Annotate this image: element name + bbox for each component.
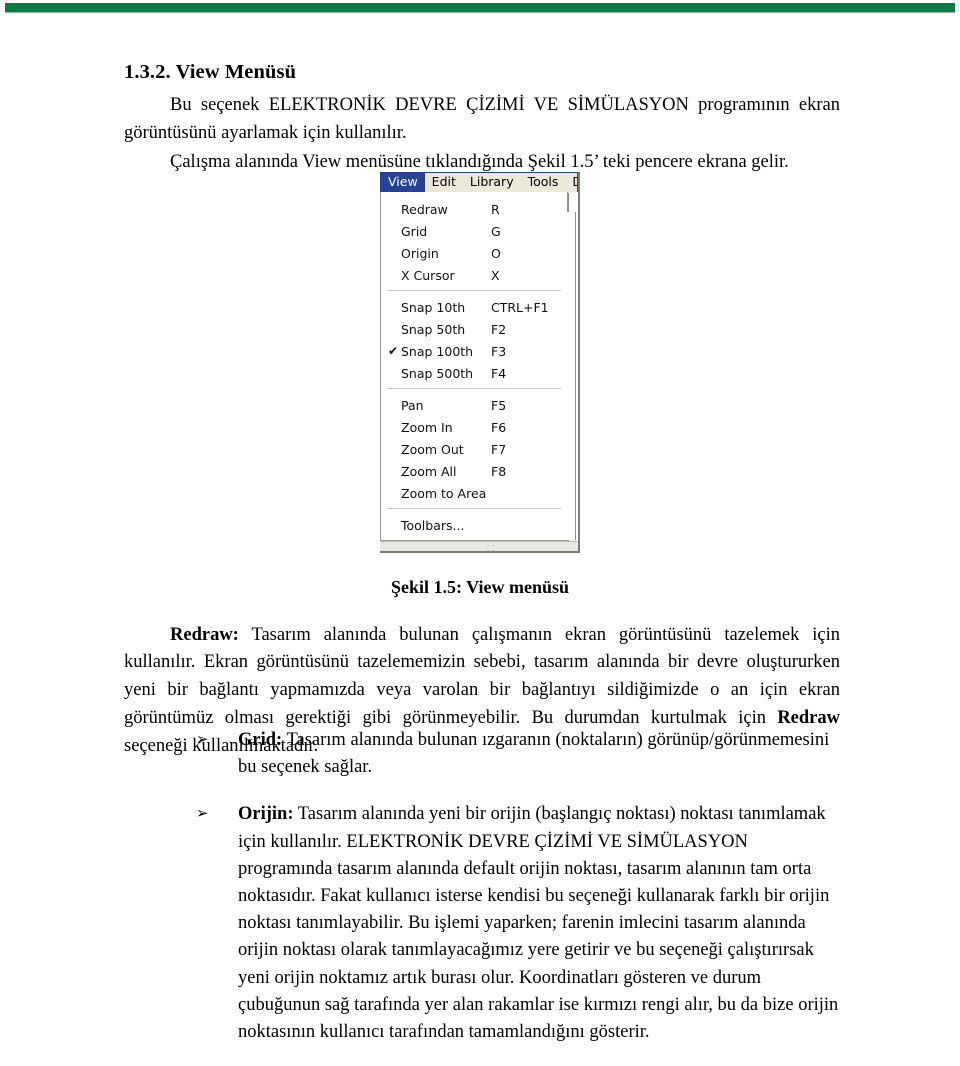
- menu-item-shortcut: F7: [491, 441, 507, 457]
- redraw-term-inline: Redraw: [777, 707, 840, 728]
- view-dropdown-menu[interactable]: Redraw R Grid G Origin O X Cursor X Snap 10th CTR…: [380, 192, 576, 541]
- window-edge-strip: [566, 212, 576, 540]
- menu-item-label: Snap 50th: [401, 321, 466, 337]
- menu-item-snap-500th[interactable]: Snap 500th F4: [381, 362, 567, 384]
- menu-item-shortcut: F6: [491, 419, 507, 435]
- list-item: ➢ Orijin: Tasarım alanında yeni bir oriji…: [196, 801, 840, 1046]
- menu-item-shortcut: R: [491, 201, 500, 217]
- menu-item-shortcut: F3: [491, 343, 507, 359]
- menu-separator: [387, 388, 561, 389]
- resize-grip-icon: ⸬: [487, 544, 495, 553]
- menu-item-grid[interactable]: Grid G: [381, 220, 567, 242]
- menu-separator: [387, 290, 561, 291]
- menu-item-label: Zoom to Area: [401, 485, 487, 501]
- feature-bullet-list: ➢ Grid: Tasarım alanında bulunan ızgaranı…: [196, 727, 840, 1066]
- page-top-accent-rule: [5, 3, 955, 13]
- checkmark-icon: ✔: [387, 344, 399, 358]
- menubar-item-edit[interactable]: Edit: [425, 173, 463, 192]
- menu-item-zoom-all[interactable]: Zoom All F8: [381, 460, 567, 482]
- menu-item-pan[interactable]: Pan F5: [381, 394, 567, 416]
- menu-item-redraw[interactable]: Redraw R: [381, 198, 567, 220]
- menu-item-shortcut: F8: [491, 463, 507, 479]
- menu-item-shortcut: CTRL+F1: [491, 299, 549, 315]
- menu-item-label: Snap 100th: [401, 343, 474, 359]
- menu-item-shortcut: F4: [491, 365, 507, 381]
- window-status-strip: ⸬: [380, 541, 578, 553]
- menu-separator: [387, 508, 561, 509]
- arrow-bullet-icon: ➢: [196, 730, 209, 748]
- menubar-item-library[interactable]: Library: [463, 173, 521, 192]
- redraw-term: Redraw:: [170, 624, 239, 645]
- intro-paragraph-1: Bu seçenek ELEKTRONİK DEVRE ÇİZİMİ VE Sİ…: [124, 95, 840, 144]
- figure-caption: Şekil 1.5: View menüsü: [390, 577, 570, 597]
- application-window-screenshot: ViewEditLibraryToolsDe Redraw R Grid G Origi…: [380, 172, 580, 553]
- menubar-item-view[interactable]: View: [381, 173, 425, 192]
- menu-item-shortcut: F5: [491, 397, 507, 413]
- menu-item-snap-100th[interactable]: ✔ Snap 100th F3: [381, 340, 567, 362]
- menu-item-label: Zoom Out: [401, 441, 464, 457]
- bullet-term: Grid:: [238, 730, 283, 750]
- green-accent-bar: [5, 3, 955, 13]
- menu-bar[interactable]: ViewEditLibraryToolsDe: [380, 172, 578, 192]
- bullet-text: Tasarım alanında bulunan ızgaranın (nokt…: [238, 730, 830, 778]
- menubar-item-tools[interactable]: Tools: [521, 173, 566, 192]
- menu-item-label: Pan: [401, 397, 424, 413]
- page-title: 1.3.2. View Menüsü: [124, 60, 297, 83]
- bullet-text: Tasarım alanında yeni bir orijin (başlan…: [238, 804, 839, 1042]
- menu-item-toolbars[interactable]: Toolbars...: [381, 514, 567, 536]
- bullet-term: Orijin:: [238, 804, 294, 825]
- menu-item-label: Redraw: [401, 201, 448, 217]
- menu-item-zoom-in[interactable]: Zoom In F6: [381, 416, 567, 438]
- menu-item-label: Origin: [401, 245, 439, 261]
- menu-item-shortcut: G: [491, 223, 501, 239]
- menu-item-label: Grid: [401, 223, 428, 239]
- menu-item-label: Snap 500th: [401, 365, 474, 381]
- menu-item-snap-50th[interactable]: Snap 50th F2: [381, 318, 567, 340]
- arrow-bullet-icon: ➢: [196, 804, 209, 823]
- menu-item-zoom-to-area[interactable]: Zoom to Area: [381, 482, 567, 504]
- menu-item-label: X Cursor: [401, 267, 455, 283]
- menu-item-zoom-out[interactable]: Zoom Out F7: [381, 438, 567, 460]
- menu-item-label: Snap 10th: [401, 299, 466, 315]
- menu-item-label: Zoom In: [401, 419, 453, 435]
- intro-paragraphs: Bu seçenek ELEKTRONİK DEVRE ÇİZİMİ VE Sİ…: [124, 91, 840, 176]
- menubar-item-de[interactable]: De: [565, 173, 577, 192]
- menu-item-shortcut: O: [491, 245, 501, 261]
- menu-item-label: Zoom All: [401, 463, 457, 479]
- menu-item-origin[interactable]: Origin O: [381, 242, 567, 264]
- menu-item-label: Toolbars...: [401, 517, 465, 533]
- menu-item-shortcut: X: [491, 267, 500, 283]
- menu-item-x-cursor[interactable]: X Cursor X: [381, 264, 567, 286]
- menu-item-shortcut: F2: [491, 321, 507, 337]
- figure-view-menu-screenshot: ViewEditLibraryToolsDe Redraw R Grid G Origi…: [380, 172, 580, 553]
- menu-item-snap-10th[interactable]: Snap 10th CTRL+F1: [381, 296, 567, 318]
- list-item: ➢ Grid: Tasarım alanında bulunan ızgaranı…: [196, 727, 840, 781]
